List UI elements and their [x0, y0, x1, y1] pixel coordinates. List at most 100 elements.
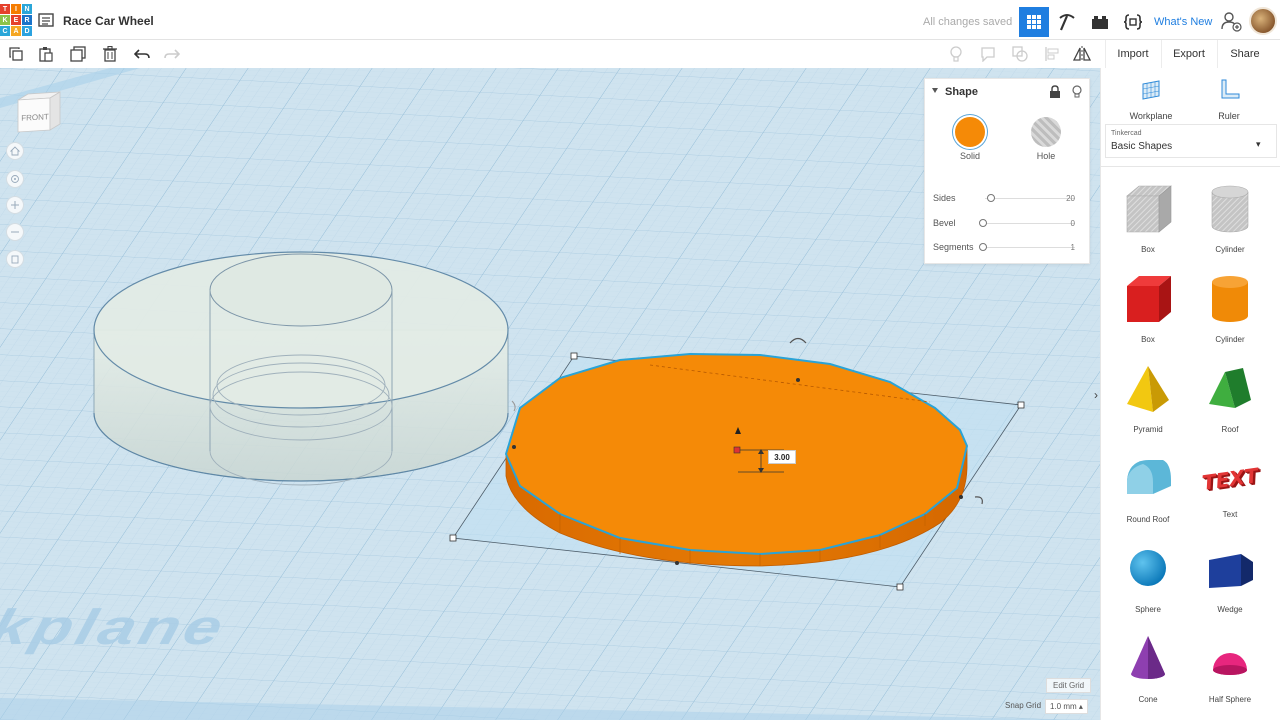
3d-view-button[interactable] [1019, 7, 1049, 37]
edge-handle[interactable] [512, 445, 516, 449]
segments-slider-knob[interactable] [979, 243, 987, 251]
shape-label: Pyramid [1133, 425, 1163, 434]
workplane-tool[interactable]: Workplane [1121, 78, 1181, 121]
design-list-icon[interactable] [38, 12, 54, 28]
grid-icon [1027, 15, 1041, 29]
library-name[interactable]: Basic Shapes [1111, 141, 1172, 152]
edge-handle[interactable] [675, 561, 679, 565]
whats-new-link[interactable]: What's New [1154, 16, 1212, 28]
shape-label: Roof [1221, 425, 1239, 434]
edge-handle[interactable] [796, 378, 800, 382]
pyramid-icon [1127, 366, 1169, 412]
edit-grid-button[interactable]: Edit Grid [1046, 678, 1092, 693]
bevel-slider-track[interactable] [985, 223, 1075, 224]
wedge-icon [1209, 554, 1253, 588]
edge-handle[interactable] [959, 495, 963, 499]
cone-icon [1131, 636, 1165, 679]
shape-half-sphere[interactable]: Half Sphere [1195, 630, 1265, 704]
shape-cylinder[interactable]: Cylinder [1195, 270, 1265, 344]
code-braces-icon [1123, 14, 1143, 30]
shape-pyramid[interactable]: Pyramid [1113, 360, 1183, 434]
tinkercad-logo[interactable]: T I N K E R C A D [0, 4, 32, 36]
hole-swatch[interactable] [1031, 117, 1061, 147]
codeblocks-button[interactable] [1118, 7, 1148, 37]
sides-value[interactable]: 20 [1066, 194, 1075, 203]
height-dimension-label[interactable]: 3.00 [768, 450, 796, 464]
library-source: Tinkercad [1111, 130, 1142, 137]
copy-button[interactable] [6, 44, 26, 64]
lightbulb-icon[interactable] [1071, 85, 1083, 99]
shape-box[interactable]: Box [1113, 270, 1183, 344]
shape-cylinder-hole[interactable]: Cylinder [1195, 180, 1265, 254]
align-button[interactable] [1042, 44, 1062, 64]
trash-icon [103, 46, 117, 62]
dropdown-caret-icon[interactable]: ▾ [1256, 139, 1261, 150]
zoom-in-button[interactable] [6, 196, 24, 214]
ruler-icon [1221, 79, 1240, 99]
solid-cylinder-shape[interactable] [504, 352, 969, 567]
lock-icon[interactable] [1049, 85, 1061, 99]
bevel-slider-knob[interactable] [979, 219, 987, 227]
bevel-value[interactable]: 0 [1071, 219, 1075, 228]
sides-slider-knob[interactable] [987, 194, 995, 202]
delete-button[interactable] [100, 44, 120, 64]
home-view-button[interactable] [6, 142, 24, 160]
avatar[interactable] [1249, 7, 1277, 35]
mirror-button[interactable] [1072, 44, 1092, 64]
shape-round-roof[interactable]: Round Roof [1113, 450, 1183, 524]
ruler-tool[interactable]: Ruler [1199, 78, 1259, 121]
shape-label: Half Sphere [1208, 695, 1252, 704]
shape-box-hole[interactable]: Box [1113, 180, 1183, 254]
bricks-button[interactable] [1085, 7, 1115, 37]
shape-roof[interactable]: Roof [1195, 360, 1265, 434]
workplane-icon [1142, 80, 1160, 100]
view-cube[interactable]: FRONT [16, 90, 62, 134]
shape-text[interactable]: TEXT Text [1195, 450, 1265, 519]
text-icon: TEXT [1200, 463, 1260, 495]
document-title[interactable]: Race Car Wheel [63, 14, 154, 28]
snap-grid-select[interactable]: 1.0 mm ▴ [1045, 699, 1088, 714]
import-button[interactable]: Import [1108, 44, 1158, 64]
shape-label: Wedge [1217, 605, 1243, 614]
ortho-view-button[interactable] [6, 250, 24, 268]
view-cube-label: FRONT [21, 112, 49, 123]
fit-view-button[interactable] [6, 170, 24, 188]
redo-icon [164, 49, 180, 59]
group-button[interactable] [1010, 44, 1030, 64]
logo-letter: E [11, 15, 21, 25]
round-roof-icon [1127, 460, 1171, 494]
logo-letter: D [22, 26, 32, 36]
fit-icon [11, 175, 19, 183]
panel-collapse-chevron-icon[interactable]: › [1094, 388, 1098, 402]
redo-button[interactable] [162, 44, 182, 64]
segments-label: Segments [933, 242, 974, 252]
mirror-icon [1073, 46, 1091, 62]
note-button[interactable] [946, 44, 966, 64]
collapse-caret-icon[interactable] [932, 88, 938, 93]
segments-slider-track[interactable] [985, 247, 1075, 248]
paste-button[interactable] [36, 44, 56, 64]
group-icon [1012, 46, 1028, 62]
build-pickaxe-button[interactable] [1052, 7, 1082, 37]
logo-letter: T [0, 4, 10, 14]
sides-slider-track[interactable] [985, 198, 1075, 199]
undo-button[interactable] [132, 44, 152, 64]
share-button[interactable]: Share [1220, 44, 1270, 64]
solid-color-swatch[interactable] [955, 117, 985, 147]
segments-value[interactable]: 1 [1071, 243, 1075, 252]
height-handle[interactable] [733, 446, 741, 454]
comment-button[interactable] [978, 44, 998, 64]
duplicate-button[interactable] [68, 44, 88, 64]
cylinder-icon [1212, 276, 1248, 322]
export-button[interactable]: Export [1164, 44, 1214, 64]
shapes-panel: Workplane Ruler Tinkercad Basic Shapes ▾… [1100, 68, 1280, 720]
shape-inspector: Shape Solid Hole Sides 20 Bevel 0 Segmen… [924, 78, 1090, 264]
shape-label: Round Roof [1126, 515, 1170, 524]
shape-wedge[interactable]: Wedge [1195, 540, 1265, 614]
add-user-button[interactable] [1220, 10, 1242, 32]
shape-sphere[interactable]: Sphere [1113, 540, 1183, 614]
hole-cylinder-shape[interactable] [93, 251, 509, 486]
shape-cone[interactable]: Cone [1113, 630, 1183, 704]
zoom-out-button[interactable] [6, 223, 24, 241]
shape-label: Cylinder [1215, 245, 1245, 254]
